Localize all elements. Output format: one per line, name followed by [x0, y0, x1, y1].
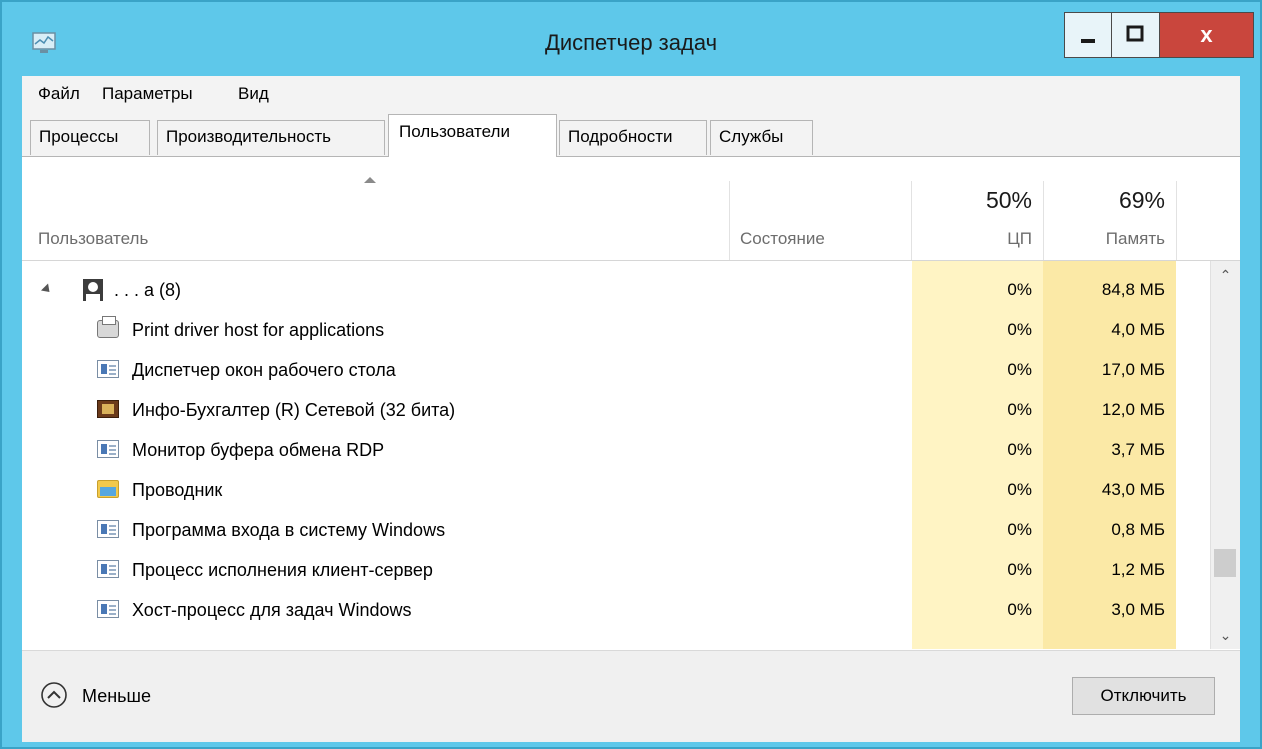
window-app-icon [97, 600, 119, 618]
maximize-icon [1126, 25, 1144, 42]
process-memory: 43,0 МБ [1101, 480, 1165, 499]
process-cpu: 0% [1007, 480, 1032, 499]
process-cpu: 0% [1007, 600, 1032, 619]
menu-bar: Файл Параметры Вид [22, 76, 1240, 113]
scrollbar-thumb[interactable] [1214, 549, 1236, 577]
process-row[interactable]: Проводник 0% 43,0 МБ [22, 470, 1210, 510]
column-separator [1176, 181, 1177, 260]
process-cpu: 0% [1007, 520, 1032, 539]
process-cpu: 0% [1007, 560, 1032, 579]
process-memory: 0,8 МБ [1111, 520, 1165, 539]
window-app-icon [97, 520, 119, 538]
process-memory: 12,0 МБ [1101, 400, 1165, 419]
fewer-details-link[interactable]: Меньше [82, 686, 151, 707]
sort-ascending-icon [364, 177, 376, 183]
menu-view[interactable]: Вид [238, 84, 269, 104]
cpu-total-percent[interactable]: 50% [912, 187, 1032, 214]
process-name: Программа входа в систему Windows [132, 520, 446, 540]
column-user[interactable]: Пользователь [38, 229, 148, 249]
user-cpu: 0% [1007, 280, 1032, 299]
title-bar[interactable]: Диспетчер задач x [2, 2, 1260, 76]
process-name: Проводник [132, 480, 223, 500]
footer-bar: Меньше Отключить [22, 650, 1240, 742]
column-status[interactable]: Состояние [740, 229, 825, 249]
window-app-icon [97, 360, 119, 378]
process-memory: 3,7 МБ [1111, 440, 1165, 459]
column-header: Пользователь Состояние 50% ЦП 69% Память [22, 157, 1240, 261]
expand-collapse-icon[interactable] [40, 283, 54, 296]
process-memory: 4,0 МБ [1111, 320, 1165, 339]
tab-processes[interactable]: Процессы [30, 120, 150, 155]
user-icon [83, 279, 103, 301]
tab-performance[interactable]: Производительность [157, 120, 385, 155]
vertical-scrollbar[interactable]: ⌃ ⌄ [1210, 261, 1240, 649]
process-row[interactable]: Диспетчер окон рабочего стола 0% 17,0 МБ [22, 350, 1210, 390]
user-row[interactable]: . . . a (8) 0% 84,8 МБ [22, 270, 1210, 310]
printer-icon [97, 316, 119, 338]
scroll-down-icon[interactable]: ⌄ [1211, 621, 1240, 649]
close-icon: x [1200, 22, 1213, 47]
process-memory: 1,2 МБ [1111, 560, 1165, 579]
process-cpu: 0% [1007, 360, 1032, 379]
collapse-details-icon[interactable] [40, 681, 68, 709]
process-name: Print driver host for applications [132, 320, 385, 340]
minimize-button[interactable] [1064, 12, 1112, 58]
process-name: Инфо-Бухгалтер (R) Сетевой (32 бита) [132, 400, 456, 420]
menu-options[interactable]: Параметры [102, 84, 193, 104]
user-memory: 84,8 МБ [1101, 280, 1165, 299]
window-app-icon [97, 560, 119, 578]
user-process-list: . . . a (8) 0% 84,8 МБ Print driver host… [22, 261, 1210, 649]
column-cpu[interactable]: ЦП [912, 229, 1032, 249]
column-memory[interactable]: Память [1043, 229, 1165, 249]
window-app-icon [97, 440, 119, 458]
tab-details[interactable]: Подробности [559, 120, 707, 155]
tab-strip: Процессы Производительность Пользователи… [22, 112, 1240, 157]
process-cpu: 0% [1007, 400, 1032, 419]
task-manager-client: Файл Параметры Вид Процессы Производител… [22, 76, 1240, 742]
process-name: Диспетчер окон рабочего стола [132, 360, 396, 380]
menu-file[interactable]: Файл [38, 84, 80, 104]
close-button[interactable]: x [1160, 12, 1254, 58]
minimize-icon [1081, 39, 1095, 43]
process-row[interactable]: Программа входа в систему Windows 0% 0,8… [22, 510, 1210, 550]
process-row[interactable]: Монитор буфера обмена RDP 0% 3,7 МБ [22, 430, 1210, 470]
tab-users[interactable]: Пользователи [388, 114, 557, 157]
process-name: Процесс исполнения клиент-сервер [132, 560, 433, 580]
process-cpu: 0% [1007, 320, 1032, 339]
folder-icon [97, 480, 119, 498]
column-separator [729, 181, 730, 260]
window-frame: Диспетчер задач x Файл Параметры Вид Про… [0, 0, 1262, 749]
maximize-button[interactable] [1112, 12, 1160, 58]
tab-services[interactable]: Службы [710, 120, 813, 155]
process-row[interactable]: Print driver host for applications 0% 4,… [22, 310, 1210, 350]
disconnect-button[interactable]: Отключить [1072, 677, 1215, 715]
process-memory: 17,0 МБ [1101, 360, 1165, 379]
process-name: Монитор буфера обмена RDP [132, 440, 385, 460]
process-row[interactable]: Хост-процесс для задач Windows 0% 3,0 МБ [22, 590, 1210, 630]
process-memory: 3,0 МБ [1111, 600, 1165, 619]
book-app-icon [97, 400, 119, 418]
process-row[interactable]: Процесс исполнения клиент-сервер 0% 1,2 … [22, 550, 1210, 590]
process-cpu: 0% [1007, 440, 1032, 459]
process-row[interactable]: Инфо-Бухгалтер (R) Сетевой (32 бита) 0% … [22, 390, 1210, 430]
user-name: . . . a (8) [114, 280, 182, 300]
memory-total-percent[interactable]: 69% [1043, 187, 1165, 214]
process-name: Хост-процесс для задач Windows [132, 600, 412, 620]
scroll-up-icon[interactable]: ⌃ [1211, 261, 1240, 289]
